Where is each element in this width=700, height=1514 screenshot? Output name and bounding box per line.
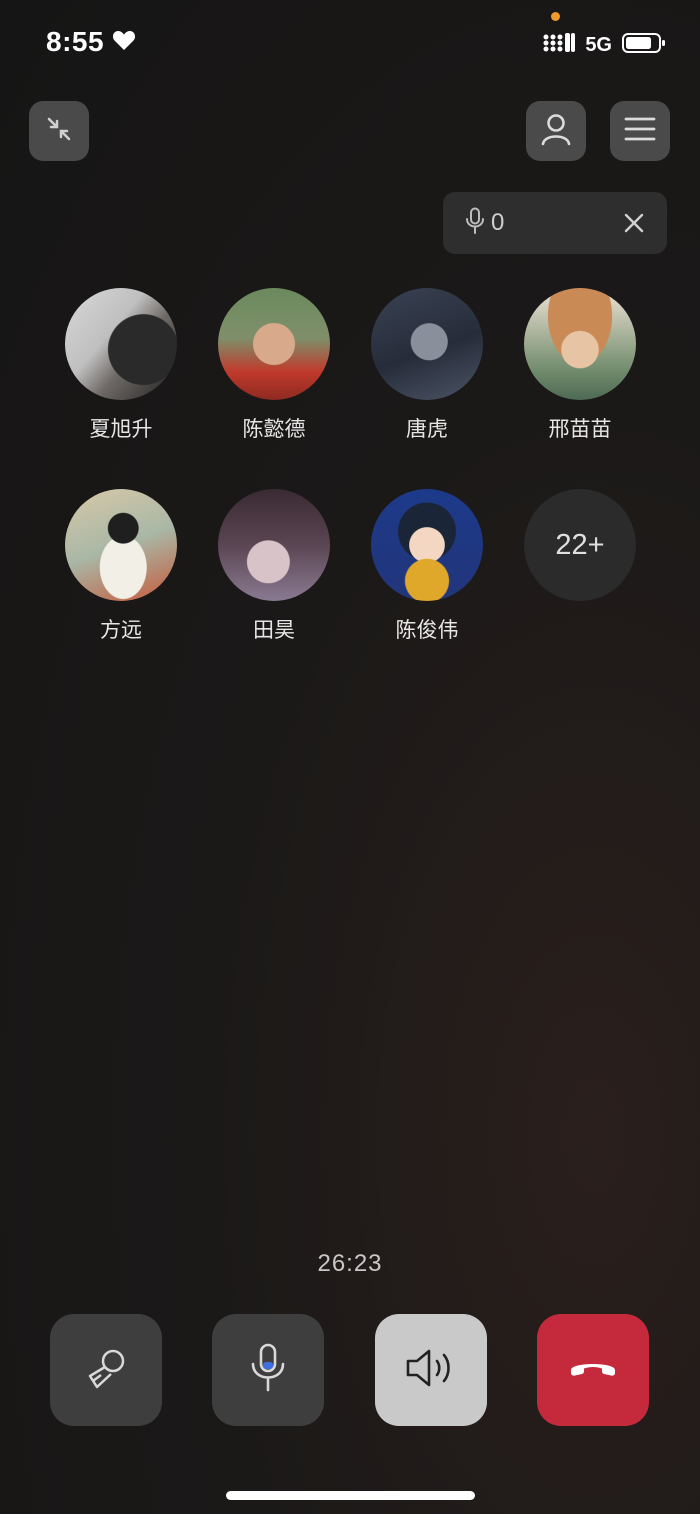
- more-participants-tile[interactable]: 22+: [505, 489, 655, 601]
- participant-name: 陈俊伟: [395, 618, 459, 642]
- participant-name: 陈懿德: [242, 417, 306, 441]
- battery-icon: [622, 32, 666, 59]
- hang-up-phone-icon: [567, 1356, 619, 1385]
- participant-tile[interactable]: 陈俊伟: [352, 489, 502, 644]
- avatar: [218, 288, 330, 400]
- participant-tile[interactable]: 田昊: [199, 489, 349, 644]
- call-timer: 26:23: [317, 1250, 383, 1277]
- avatar: [65, 288, 177, 400]
- mute-button[interactable]: [212, 1314, 324, 1426]
- close-icon[interactable]: [623, 212, 645, 234]
- avatar: [65, 489, 177, 601]
- participant-name: 唐虎: [406, 417, 448, 441]
- participant-name: 田昊: [253, 618, 295, 642]
- speaking-indicator-pill: 0: [443, 192, 667, 254]
- participant-tile[interactable]: 邢苗苗: [505, 288, 655, 443]
- participant-name: 邢苗苗: [548, 417, 612, 441]
- participant-name: 夏旭升: [89, 417, 153, 441]
- shake-button[interactable]: [50, 1314, 162, 1426]
- microphone-icon: [248, 1342, 288, 1399]
- speaker-icon: [404, 1346, 458, 1395]
- participant-tile[interactable]: 陈懿德: [199, 288, 349, 443]
- avatar: [371, 489, 483, 601]
- speaker-button[interactable]: [375, 1314, 487, 1426]
- status-time-text: 8:55: [46, 26, 105, 57]
- minimize-button[interactable]: [29, 101, 89, 161]
- microphone-icon: [465, 207, 485, 240]
- participant-tile[interactable]: 方远: [46, 489, 196, 644]
- avatar: [218, 489, 330, 601]
- home-indicator: [226, 1491, 475, 1500]
- participant-tile[interactable]: 夏旭升: [46, 288, 196, 443]
- participant-name: 方远: [100, 618, 142, 642]
- signal-icon: [543, 32, 576, 59]
- person-icon: [540, 112, 572, 151]
- network-type: 5G: [585, 34, 612, 56]
- speaking-count: 0: [491, 209, 505, 236]
- more-participants-count: 22+: [524, 489, 636, 601]
- status-right-group: 5G: [543, 32, 666, 59]
- privacy-indicator-dot: [551, 12, 560, 21]
- rattle-icon: [81, 1343, 131, 1398]
- heart-icon: [112, 26, 136, 58]
- participant-tile[interactable]: 唐虎: [352, 288, 502, 443]
- avatar: [524, 288, 636, 400]
- collapse-arrows-icon: [44, 114, 74, 149]
- menu-button[interactable]: [610, 101, 670, 161]
- avatar: [371, 288, 483, 400]
- menu-icon: [624, 116, 656, 147]
- participants-button[interactable]: [526, 101, 586, 161]
- hang-up-button[interactable]: [537, 1314, 649, 1426]
- status-time: 8:55: [46, 26, 136, 58]
